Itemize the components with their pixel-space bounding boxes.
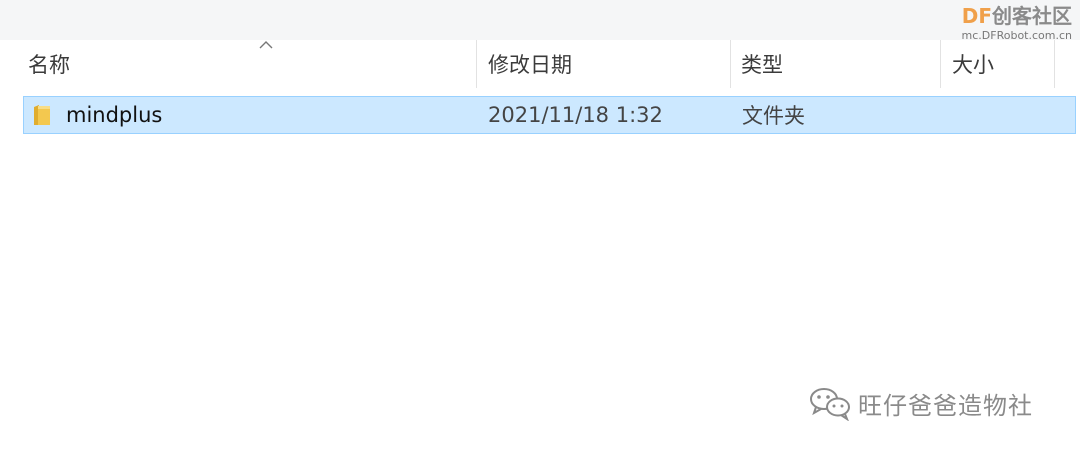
column-header-size[interactable]: 大小	[944, 40, 1054, 88]
column-header-label: 大小	[952, 53, 994, 77]
file-row[interactable]: mindplus 2021/11/18 1:32 文件夹	[23, 96, 1076, 134]
file-explorer: DF创客社区 mc.DFRobot.com.cn 名称 修改日期 类型 大小 m	[0, 0, 1080, 451]
wechat-watermark: 旺仔爸爸造物社	[808, 383, 1033, 423]
toolbar-strip	[0, 0, 1080, 40]
column-divider[interactable]	[730, 40, 731, 88]
watermark-label: 旺仔爸爸造物社	[858, 391, 1033, 420]
sort-ascending-icon	[259, 41, 273, 49]
file-modified: 2021/11/18 1:32	[488, 103, 663, 127]
file-type: 文件夹	[742, 104, 805, 128]
wechat-icon	[810, 388, 850, 421]
column-header-label: 类型	[741, 53, 783, 77]
watermark-brand: DF创客社区	[961, 4, 1072, 28]
column-header-label: 修改日期	[488, 53, 572, 77]
dfrobot-watermark: DF创客社区 mc.DFRobot.com.cn	[962, 3, 1072, 42]
column-divider[interactable]	[476, 40, 477, 88]
column-header: 名称 修改日期 类型 大小	[0, 40, 1080, 88]
file-name: mindplus	[66, 103, 163, 127]
column-header-name[interactable]: 名称	[20, 40, 476, 88]
column-header-label: 名称	[28, 53, 70, 77]
column-divider[interactable]	[1054, 40, 1055, 88]
column-divider[interactable]	[940, 40, 941, 88]
column-header-type[interactable]: 类型	[733, 40, 940, 88]
folder-icon	[34, 105, 50, 125]
column-header-modified[interactable]: 修改日期	[480, 40, 730, 88]
